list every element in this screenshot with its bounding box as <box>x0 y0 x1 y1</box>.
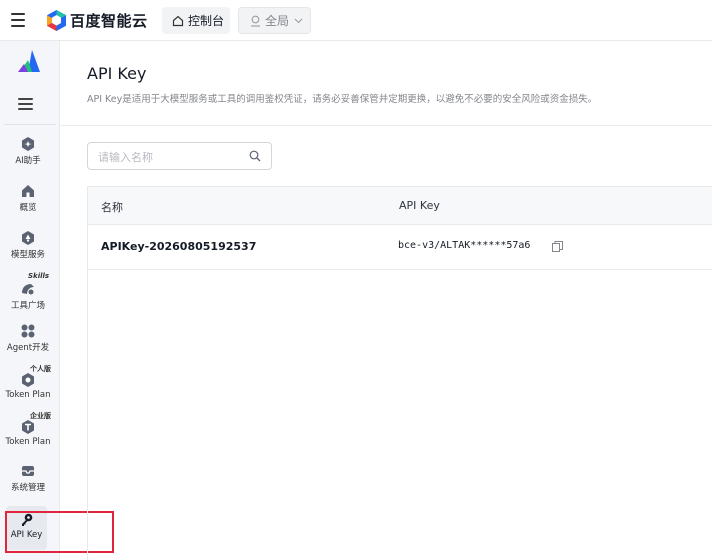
console-label: 控制台 <box>188 14 225 28</box>
sidebar-item-label: AI助手 <box>15 156 41 166</box>
sidebar-item-label: 模型服务 <box>10 250 45 260</box>
console-button[interactable]: 控制台 <box>162 7 230 34</box>
sidebar: AI助手 概览 模型服务 Skills 工具广场 Agent开发 个人版 Tok… <box>0 41 60 560</box>
page-description: API Key是适用于大模型服务或工具的调用鉴权凭证，请务必妥善保管并定期更换，… <box>87 94 598 105</box>
sidebar-item-label: 系统管理 <box>10 483 45 493</box>
api-key-table: 名称 API Key APIKey-20260805192537 bce-v3/… <box>87 186 712 560</box>
search-input[interactable] <box>98 149 238 165</box>
tool-plaza-icon <box>22 284 34 295</box>
sidebar-item-system-manage[interactable]: 系统管理 <box>0 463 56 493</box>
sidebar-item-label: 工具广场 <box>10 301 45 311</box>
api-key-name: APIKey-20260805192537 <box>101 240 257 253</box>
personal-edition-badge: 个人版 <box>30 365 51 373</box>
sidebar-item-agent-dev[interactable]: Agent开发 <box>0 323 56 353</box>
sidebar-item-label: Token Plan <box>5 390 51 400</box>
location-icon <box>250 15 261 27</box>
search-icon[interactable] <box>249 150 261 162</box>
main-content: API Key API Key是适用于大模型服务或工具的调用鉴权凭证，请务必妥善… <box>61 41 712 560</box>
sidebar-divider <box>4 124 56 125</box>
model-service-icon <box>22 231 34 245</box>
region-selector[interactable]: 全局 <box>238 7 311 34</box>
sidebar-item-token-plan-personal[interactable]: 个人版 Token Plan <box>0 364 56 400</box>
product-logo-icon[interactable] <box>18 50 40 72</box>
sidebar-item-overview[interactable]: 概览 <box>0 183 56 213</box>
chevron-down-icon <box>294 18 303 24</box>
page-title: API Key <box>87 64 147 83</box>
header-divider <box>61 125 712 126</box>
sidebar-item-label: 概览 <box>19 203 37 213</box>
sidebar-item-tool-plaza[interactable]: Skills 工具广场 <box>0 272 56 311</box>
skills-badge: Skills <box>28 272 50 280</box>
sidebar-item-token-plan-enterprise[interactable]: 企业版 Token Plan <box>0 411 56 447</box>
token-plan-enterprise-icon <box>22 420 34 434</box>
region-label: 全局 <box>265 14 290 28</box>
system-manage-icon <box>22 466 34 476</box>
baidu-cloud-logo-icon <box>47 9 66 31</box>
brand-name: 百度智能云 <box>70 11 148 30</box>
table-header: 名称 API Key <box>88 187 712 225</box>
api-key-value: bce-v3/ALTAK******57a6 <box>398 240 531 251</box>
home-outline-icon <box>172 15 184 27</box>
search-box[interactable] <box>87 142 272 170</box>
enterprise-edition-badge: 企业版 <box>30 412 51 420</box>
token-plan-personal-icon <box>22 373 34 387</box>
menu-icon[interactable] <box>11 13 25 27</box>
brand-logo[interactable]: 百度智能云 <box>47 9 148 31</box>
sidebar-item-label: Agent开发 <box>6 343 50 353</box>
agent-dev-icon <box>21 324 35 338</box>
sidebar-item-model-service[interactable]: 模型服务 <box>0 230 56 260</box>
home-icon <box>22 185 34 197</box>
sidebar-menu-icon[interactable] <box>18 98 33 111</box>
column-header-name: 名称 <box>101 201 123 214</box>
table-row: APIKey-20260805192537 bce-v3/ALTAK******… <box>88 225 712 270</box>
column-header-api-key: API Key <box>399 199 440 212</box>
top-bar: 百度智能云 控制台 全局 <box>0 0 712 41</box>
ai-assistant-icon <box>22 137 34 151</box>
sidebar-item-label: Token Plan <box>5 437 51 447</box>
copy-icon[interactable] <box>551 240 564 253</box>
sidebar-item-ai-assistant[interactable]: AI助手 <box>0 136 56 166</box>
